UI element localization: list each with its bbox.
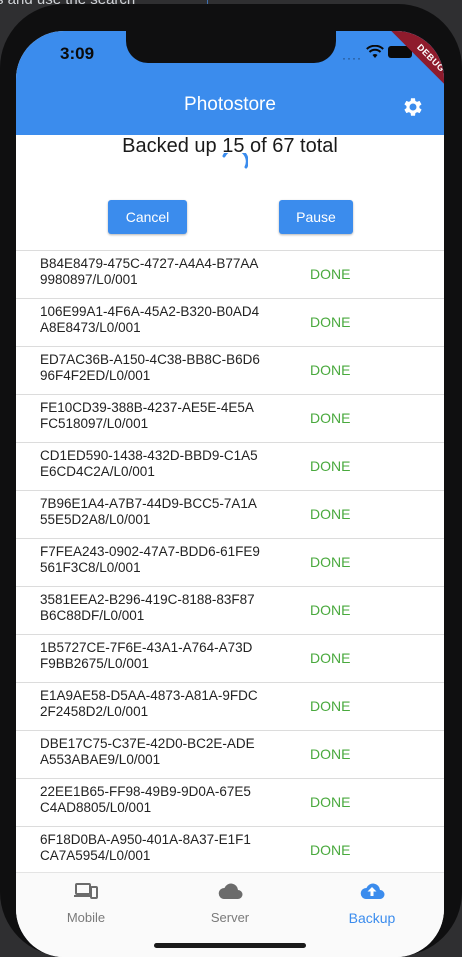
- item-status: DONE: [310, 554, 351, 570]
- item-status: DONE: [310, 794, 351, 810]
- item-name: F7FEA243-0902-47A7-BDD6-61FE9561F3C8/L0/…: [40, 544, 260, 575]
- item-name: DBE17C75-C37E-42D0-BC2E-ADEA553ABAE9/L0/…: [40, 736, 255, 767]
- item-status: DONE: [310, 314, 351, 330]
- phone-frame: 3:09 ···· DEBUG Photostore Backed up 15 …: [0, 4, 462, 957]
- item-status: DONE: [310, 698, 351, 714]
- item-status: DONE: [310, 602, 351, 618]
- list-item: CD1ED590-1438-432D-BBD9-C1A5E6CD4C2A/L0/…: [16, 442, 444, 490]
- nav-backup[interactable]: Backup: [312, 881, 432, 926]
- nav-backup-label: Backup: [348, 910, 396, 926]
- list-item: E1A9AE58-D5AA-4873-A81A-9FDC2F2458D2/L0/…: [16, 682, 444, 730]
- cloud-icon: [218, 883, 243, 899]
- list-item: 7B96E1A4-A7B7-44D9-BCC5-7A1A55E5D2A8/L0/…: [16, 490, 444, 538]
- item-status: DONE: [310, 362, 351, 378]
- backup-list: B84E8479-475C-4727-A4A4-B77AA9980897/L0/…: [16, 250, 444, 872]
- item-name: 1B5727CE-7F6E-43A1-A764-A73DF9BB2675/L0/…: [40, 640, 253, 671]
- item-name: 3581EEA2-B296-419C-8188-83F87B6C88DF/L0/…: [40, 592, 255, 623]
- nav-mobile[interactable]: Mobile: [26, 881, 146, 925]
- list-item: F7FEA243-0902-47A7-BDD6-61FE9561F3C8/L0/…: [16, 538, 444, 586]
- device-notch: [126, 31, 336, 63]
- list-item: 1B5727CE-7F6E-43A1-A764-A73DF9BB2675/L0/…: [16, 634, 444, 682]
- list-item: DBE17C75-C37E-42D0-BC2E-ADEA553ABAE9/L0/…: [16, 730, 444, 778]
- signal-icon: ····: [342, 51, 362, 65]
- item-name: 22EE1B65-FF98-49B9-9D0A-67E5C4AD8805/L0/…: [40, 784, 251, 815]
- item-status: DONE: [310, 650, 351, 666]
- item-status: DONE: [310, 506, 351, 522]
- item-status: DONE: [310, 842, 351, 858]
- item-name: ED7AC36B-A150-4C38-BB8C-B6D696F4F2ED/L0/…: [40, 352, 260, 383]
- item-name: 106E99A1-4F6A-45A2-B320-B0AD4A8E8473/L0/…: [40, 304, 260, 335]
- item-name: CD1ED590-1438-432D-BBD9-C1A5E6CD4C2A/L0/…: [40, 448, 258, 479]
- item-status: DONE: [310, 458, 351, 474]
- cancel-button[interactable]: Cancel: [108, 200, 187, 234]
- item-status: DONE: [310, 266, 351, 282]
- nav-server-label: Server: [210, 910, 250, 925]
- list-item: FE10CD39-388B-4237-AE5E-4E5AFC518097/L0/…: [16, 394, 444, 442]
- status-time: 3:09: [60, 44, 95, 63]
- list-item: 3581EEA2-B296-419C-8188-83F87B6C88DF/L0/…: [16, 586, 444, 634]
- app-bar: 3:09 ···· DEBUG Photostore: [16, 31, 444, 135]
- nav-mobile-label: Mobile: [66, 910, 106, 925]
- debug-banner: DEBUG: [385, 31, 444, 104]
- nav-server[interactable]: Server: [170, 881, 290, 925]
- item-name: E1A9AE58-D5AA-4873-A81A-9FDC2F2458D2/L0/…: [40, 688, 258, 719]
- item-name: 6F18D0BA-A950-401A-8A37-E1F1CA7A5954/L0/…: [40, 832, 251, 863]
- mobile-devices-icon: [74, 883, 98, 899]
- list-item: ED7AC36B-A150-4C38-BB8C-B6D696F4F2ED/L0/…: [16, 346, 444, 394]
- item-name: FE10CD39-388B-4237-AE5E-4E5AFC518097/L0/…: [40, 400, 254, 431]
- list-item: B84E8479-475C-4727-A4A4-B77AA9980897/L0/…: [16, 250, 444, 298]
- gear-icon[interactable]: [400, 95, 424, 119]
- list-item: 22EE1B65-FF98-49B9-9D0A-67E5C4AD8805/L0/…: [16, 778, 444, 826]
- progress-spinner: [222, 153, 248, 169]
- item-status: DONE: [310, 746, 351, 762]
- app-title: Photostore: [184, 94, 276, 115]
- list-item: 6F18D0BA-A950-401A-8A37-E1F1CA7A5954/L0/…: [16, 826, 444, 872]
- app-screen: 3:09 ···· DEBUG Photostore Backed up 15 …: [16, 31, 444, 957]
- home-indicator: [154, 943, 306, 948]
- pause-button[interactable]: Pause: [279, 200, 353, 234]
- cloud-upload-icon: [360, 883, 385, 899]
- item-status: DONE: [310, 410, 351, 426]
- item-name: 7B96E1A4-A7B7-44D9-BCC5-7A1A55E5D2A8/L0/…: [40, 496, 257, 527]
- item-name: B84E8479-475C-4727-A4A4-B77AA9980897/L0/…: [40, 256, 259, 287]
- list-item: 106E99A1-4F6A-45A2-B320-B0AD4A8E8473/L0/…: [16, 298, 444, 346]
- wifi-icon: [366, 45, 384, 58]
